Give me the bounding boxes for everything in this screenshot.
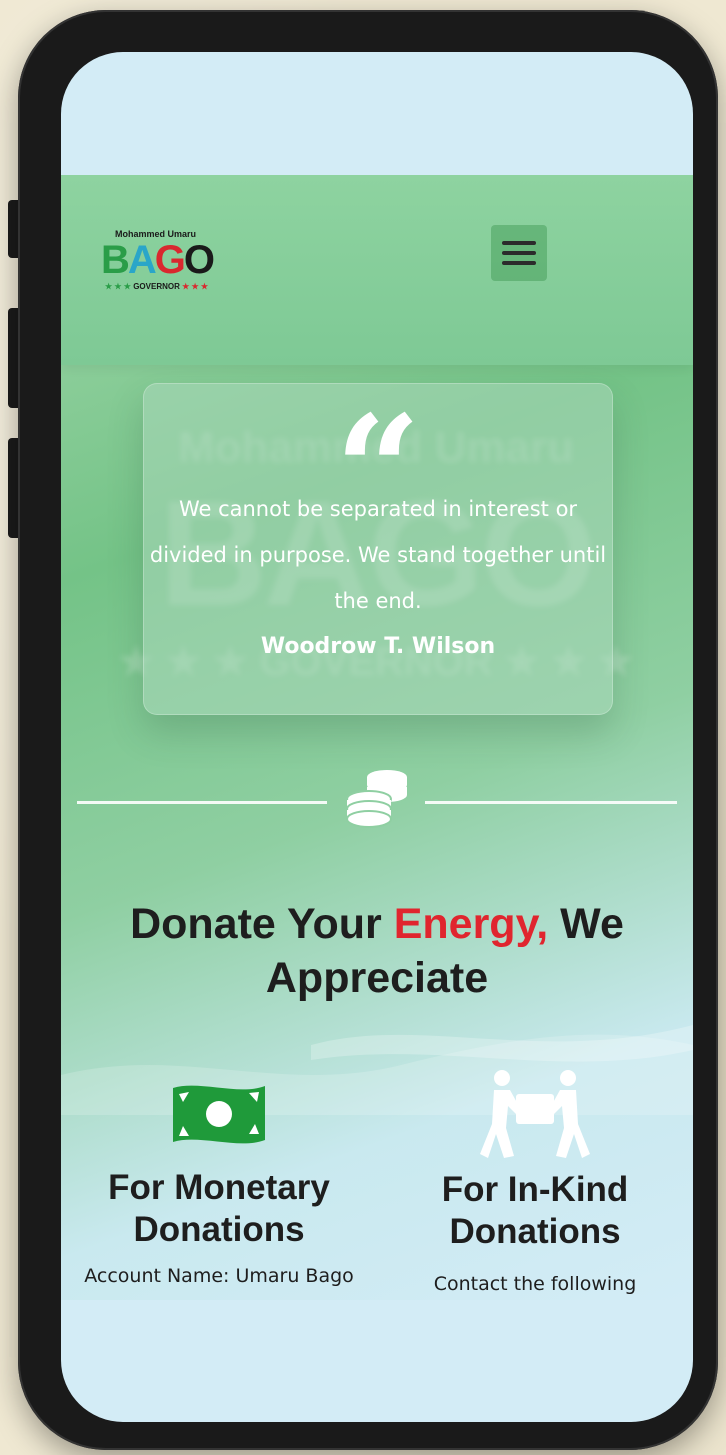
donate-title-accent: Energy, (393, 900, 549, 948)
donate-heading: Donate Your Energy, We Appreciate (61, 897, 693, 1005)
money-bill-icon-wrap (61, 1065, 377, 1165)
phone-screen: Mohammed Umaru BAGO ★ ★ ★ GOVERNOR ★ ★ ★ (61, 52, 693, 1422)
people-carry-icon-wrap (377, 1065, 693, 1165)
quote-section: Mohammed Umaru BAGO ★ ★ ★ GOVERNOR ★ ★ ★… (61, 365, 693, 925)
quote-card: “ We cannot be separated in interest or … (143, 383, 613, 715)
divider-line-right (425, 801, 677, 804)
quote-text: We cannot be separated in interest or di… (149, 497, 607, 613)
monetary-title: For Monetary Donations (108, 1168, 330, 1249)
coins-icon (346, 770, 407, 828)
menu-button[interactable] (491, 225, 547, 281)
in-kind-contact-text: Contact the following (433, 1273, 637, 1295)
monetary-account-name: Account Name: Umaru Bago (84, 1265, 354, 1287)
logo-letter-b: B (101, 238, 130, 282)
divider-line-left (77, 801, 327, 804)
in-kind-title: For In-Kind Donations (441, 1170, 629, 1251)
donate-title-start: Donate Your (130, 900, 394, 948)
logo-letter-o: O (183, 238, 215, 282)
logo-governor-line: ★ ★ ★ GOVERNOR ★ ★ ★ (105, 282, 208, 291)
in-kind-donations-column: For In-Kind Donations Contact the follow… (377, 1065, 693, 1295)
monetary-donations-column: For Monetary Donations Account Name: Uma… (61, 1065, 377, 1287)
bago-logo[interactable]: Mohammed Umaru BAGO ★ ★ ★ GOVERNOR ★ ★ ★ (101, 227, 225, 295)
site-header: Mohammed Umaru BAGO ★ ★ ★ GOVERNOR ★ ★ ★ (61, 175, 693, 365)
quote-author: Woodrow T. Wilson (260, 634, 496, 659)
money-bill-icon (173, 1085, 265, 1144)
people-carry-icon (480, 1069, 590, 1158)
hamburger-icon (502, 241, 536, 265)
logo-letter-a: A (127, 238, 157, 282)
quote-mark-icon: “ (334, 383, 422, 559)
section-divider (61, 765, 693, 835)
page-content: Mohammed Umaru BAGO ★ ★ ★ GOVERNOR ★ ★ ★ (61, 175, 693, 1300)
logo-stars-left: ★ ★ ★ (105, 282, 131, 291)
logo-letter-g: G (154, 238, 186, 282)
logo-subtitle: GOVERNOR (133, 282, 180, 291)
logo-stars-right: ★ ★ ★ (182, 282, 209, 291)
logo-wordmark: BAGO (101, 238, 215, 282)
